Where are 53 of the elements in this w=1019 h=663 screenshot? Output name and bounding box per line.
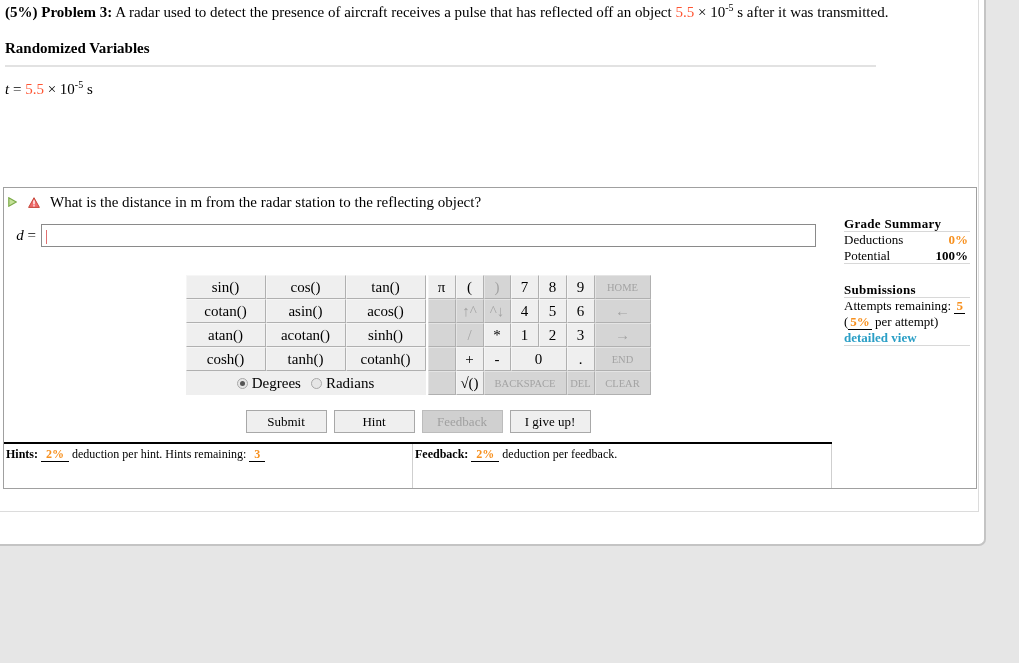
question-text: What is the distance in m from the radar station to the reflecting object? — [50, 193, 482, 211]
function-key[interactable]: sinh() — [345, 323, 426, 347]
radio-icon[interactable] — [310, 377, 322, 389]
answer-field[interactable] — [41, 224, 816, 247]
angle-radio[interactable]: Radians — [310, 374, 375, 392]
keypad-key[interactable]: * — [483, 323, 511, 347]
grade-summary-title: Grade Summary — [844, 216, 942, 231]
radio-icon[interactable] — [236, 377, 248, 389]
function-key[interactable]: cotan() — [185, 299, 266, 323]
action-button[interactable]: I give up! — [509, 410, 591, 433]
answer-label: d = — [15, 227, 36, 244]
summary-label: Deductions — [844, 232, 904, 248]
keypad-key[interactable]: 2 — [538, 323, 567, 347]
function-key[interactable]: acotan() — [265, 323, 346, 347]
summary-value: 0% — [948, 232, 968, 248]
function-key[interactable]: tanh() — [265, 347, 346, 371]
keypad-key[interactable]: 3 — [566, 323, 595, 347]
angle-radio[interactable]: Degrees — [236, 374, 301, 392]
function-key[interactable]: tan() — [345, 275, 426, 299]
function-key[interactable]: cos() — [265, 275, 346, 299]
keypad-key[interactable]: 9 — [566, 275, 595, 299]
action-button[interactable]: Hint — [333, 410, 415, 433]
summary-value: 100% — [935, 247, 968, 263]
action-button[interactable]: Submit — [245, 410, 327, 433]
hints-text: Hints: 2% deduction per hint. Hints remaining: 3 — [6, 447, 410, 462]
summary-label: Potential — [844, 247, 891, 263]
keypad-key[interactable]: π — [427, 275, 456, 299]
keypad-key[interactable]: ( — [455, 275, 484, 299]
keypad-key[interactable]: 4 — [510, 299, 539, 323]
keypad-key[interactable]: + — [455, 347, 484, 371]
keypad-key[interactable]: 1 — [510, 323, 539, 347]
keypad-key[interactable]: 0 — [510, 347, 567, 371]
keypad-key[interactable]: √() — [455, 371, 484, 395]
function-key[interactable]: sin() — [185, 275, 266, 299]
play-icon[interactable] — [8, 197, 17, 207]
keypad-key[interactable]: 8 — [538, 275, 567, 299]
feedback-text: Feedback: 2% deduction per feedback. — [415, 447, 619, 462]
keypad-key[interactable]: 5 — [538, 299, 567, 323]
keypad-key[interactable]: 7 — [510, 275, 539, 299]
section-heading: Randomized Variables — [5, 39, 150, 57]
keypad-key[interactable]: 6 — [566, 299, 595, 323]
submissions-title: Submissions — [844, 282, 916, 297]
keypad-key[interactable]: . — [566, 347, 595, 371]
function-key[interactable]: atan() — [185, 323, 266, 347]
problem-statement: (5%) Problem 3: A radar used to detect the presence of aircraft receives a pulse that has reflected off an object 5.5 × 10$^{-5}$ s after it was transmitted. — [5, 3, 890, 21]
function-key[interactable]: cosh() — [185, 347, 266, 371]
attempts-text: Attempts remaining: 5 (5% per attempt) — [844, 298, 965, 330]
keypad-key[interactable]: - — [483, 347, 511, 371]
warning-icon — [28, 196, 40, 208]
function-key[interactable]: acos() — [345, 299, 426, 323]
variable-value: t = 5.5 × 10$^{-5}$ s — [5, 80, 93, 98]
function-key[interactable]: cotanh() — [345, 347, 426, 371]
function-key[interactable]: asin() — [265, 299, 346, 323]
